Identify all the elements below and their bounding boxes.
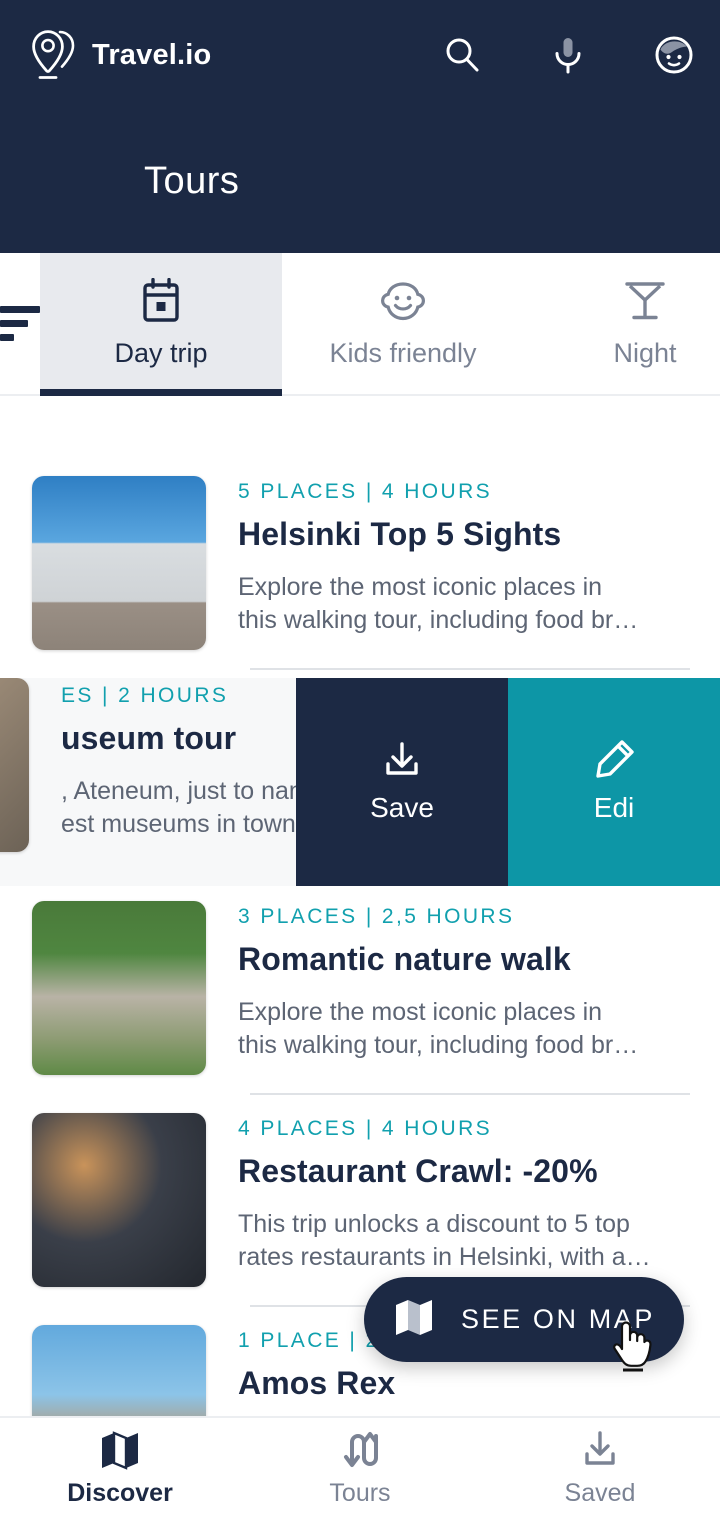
header-actions — [442, 0, 694, 110]
list-divider — [250, 668, 690, 670]
tour-title: Amos Rex — [238, 1365, 396, 1401]
microphone-icon[interactable] — [548, 35, 588, 75]
see-on-map-label: SEE ON MAP — [460, 1304, 656, 1334]
tour-description: Explore the most iconic places in this w… — [238, 998, 639, 1059]
edit-button[interactable]: Edi — [508, 678, 720, 886]
tour-thumbnail — [0, 678, 29, 852]
tab-label: Day trip — [114, 338, 208, 368]
baby-face-icon — [377, 278, 429, 324]
brand-name: Travel.io — [92, 38, 212, 71]
tours-screen: Travel.io Tours Day trip Kids friendly N… — [0, 0, 720, 1520]
tab-night[interactable]: Night — [524, 253, 720, 394]
filter-sort-icon — [0, 306, 40, 341]
nav-item-saved[interactable]: Saved — [480, 1418, 720, 1520]
nav-label: Saved — [564, 1479, 636, 1507]
download-icon — [578, 1430, 622, 1470]
filter-sort-button[interactable] — [0, 253, 40, 394]
tour-title: Helsinki Top 5 Sights — [238, 516, 562, 552]
list-divider — [250, 1093, 690, 1095]
tab-label: Night — [613, 338, 677, 368]
tour-card-restaurant-crawl[interactable]: 4 PLACES | 4 HOURS Restaurant Crawl: -20… — [0, 1113, 720, 1287]
map-folded-icon — [99, 1430, 141, 1470]
cocktail-glass-icon — [623, 278, 667, 324]
nav-label: Tours — [329, 1479, 391, 1507]
page-title: Tours — [144, 160, 240, 202]
tour-meta: 4 PLACES | 4 HOURS — [238, 1117, 493, 1140]
calendar-icon — [139, 278, 183, 324]
tours-list: 5 PLACES | 4 HOURS Helsinki Top 5 Sights… — [0, 396, 720, 1499]
nav-label: Discover — [67, 1479, 173, 1507]
see-on-map-button[interactable]: SEE ON MAP — [364, 1277, 684, 1362]
tab-label: Kids friendly — [329, 338, 477, 368]
pencil-icon — [592, 740, 636, 780]
tour-card-helsinki-top-5[interactable]: 5 PLACES | 4 HOURS Helsinki Top 5 Sights… — [0, 476, 720, 650]
tour-description: Explore the most iconic places in this w… — [238, 573, 639, 634]
tour-description: This trip unlocks a discount to 5 top ra… — [238, 1210, 651, 1271]
swipe-action-buttons: Save Edi — [296, 678, 720, 886]
route-arrows-icon — [338, 1430, 382, 1470]
tab-kids-friendly[interactable]: Kids friendly — [282, 253, 524, 394]
tour-title: Restaurant Crawl: -20% — [238, 1153, 598, 1189]
brand-logo[interactable]: Travel.io — [30, 29, 211, 81]
map-pin-logo-icon — [30, 29, 78, 81]
save-button-label: Save — [370, 792, 434, 823]
tour-thumbnail — [32, 476, 206, 650]
tour-thumbnail — [32, 901, 206, 1075]
tour-thumbnail — [32, 1113, 206, 1287]
download-icon — [380, 740, 424, 780]
avatar-icon[interactable] — [654, 35, 694, 75]
app-header: Travel.io Tours — [0, 0, 720, 253]
tour-card-romantic-nature-walk[interactable]: 3 PLACES | 2,5 HOURS Romantic nature wal… — [0, 901, 720, 1075]
tour-meta: 5 PLACES | 4 HOURS — [238, 480, 493, 503]
tour-meta: 3 PLACES | 2,5 HOURS — [238, 905, 515, 928]
save-button[interactable]: Save — [296, 678, 508, 886]
edit-button-label: Edi — [593, 792, 635, 823]
nav-item-tours[interactable]: Tours — [240, 1418, 480, 1520]
nav-item-discover[interactable]: Discover — [0, 1418, 240, 1520]
header-top-bar: Travel.io — [0, 0, 720, 110]
bottom-navigation: Discover Tours Saved — [0, 1416, 720, 1520]
map-folded-icon — [393, 1297, 435, 1342]
tour-card-museum-tour-swiped[interactable]: ES | 2 HOURS useum tour , Ateneum, just … — [0, 678, 720, 886]
search-icon[interactable] — [442, 35, 482, 75]
tour-title: Romantic nature walk — [238, 941, 571, 977]
tab-day-trip[interactable]: Day trip — [40, 253, 282, 396]
category-tabs: Day trip Kids friendly Night — [0, 253, 720, 396]
